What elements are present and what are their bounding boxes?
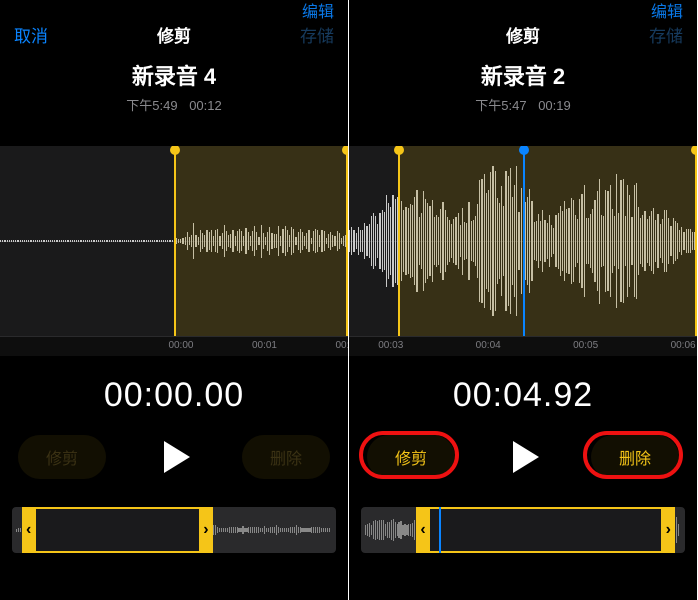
scrubber[interactable]: ‹ › — [12, 507, 336, 553]
nav-bar: 修剪 存储 — [349, 0, 697, 55]
ruler-tick: 00:00 — [168, 340, 193, 351]
selection-region[interactable] — [398, 146, 697, 336]
controls-row: 修剪 删除 — [0, 435, 348, 479]
trim-button[interactable]: 修剪 — [367, 435, 455, 479]
recording-duration: 00:12 — [189, 98, 222, 113]
time-ruler: 00:03 00:04 00:05 00:06 — [349, 336, 697, 356]
scrubber-handle-right[interactable]: › — [199, 509, 213, 551]
edit-label-peek: 编辑 — [302, 0, 334, 22]
recording-duration: 00:19 — [538, 98, 571, 113]
ruler-tick: 00:01 — [252, 340, 277, 351]
delete-button[interactable]: 删除 — [242, 435, 330, 479]
scrubber-handle-right[interactable]: › — [661, 509, 675, 551]
nav-title: 修剪 — [70, 22, 278, 47]
waveform-region[interactable] — [0, 146, 348, 336]
delete-button[interactable]: 删除 — [591, 435, 679, 479]
trim-button[interactable]: 修剪 — [18, 435, 106, 479]
play-button[interactable] — [164, 441, 190, 473]
selection-region[interactable] — [174, 146, 348, 336]
scrubber[interactable]: ‹ › — [361, 507, 685, 553]
ruler-tick: 00:02 — [335, 340, 349, 351]
save-button[interactable]: 存储 — [278, 22, 334, 47]
recording-time: 下午5:49 — [126, 98, 177, 113]
timecode: 00:00.00 — [0, 376, 348, 415]
scrubber-playhead[interactable] — [439, 507, 441, 553]
recording-name: 新录音 2 — [349, 59, 697, 91]
recording-time: 下午5:47 — [475, 98, 526, 113]
recording-name: 新录音 4 — [0, 59, 348, 91]
nav-title: 修剪 — [419, 22, 627, 47]
save-button[interactable]: 存储 — [627, 22, 683, 47]
timecode: 00:04.92 — [349, 376, 697, 415]
recording-header: 新录音 4 下午5:49 00:12 — [0, 59, 348, 114]
delete-button-label: 删除 — [270, 445, 302, 469]
scrubber-handle-left[interactable]: ‹ — [416, 509, 430, 551]
recording-header: 新录音 2 下午5:47 00:19 — [349, 59, 697, 114]
ruler-tick: 00:06 — [671, 340, 696, 351]
time-ruler: 00:00 00:01 00:02 — [0, 336, 348, 356]
trim-button-label: 修剪 — [46, 445, 78, 469]
ruler-tick: 00:05 — [573, 340, 598, 351]
ruler-tick: 00:03 — [378, 340, 403, 351]
cancel-button[interactable]: 取消 — [14, 22, 70, 47]
scrubber-selection[interactable]: ‹ › — [22, 507, 213, 553]
playhead[interactable] — [523, 146, 525, 336]
nav-bar: 取消 修剪 存储 — [0, 0, 348, 55]
delete-button-label: 删除 — [619, 445, 651, 469]
waveform-region[interactable] — [349, 146, 697, 336]
ruler-tick: 00:04 — [476, 340, 501, 351]
trim-button-label: 修剪 — [395, 445, 427, 469]
play-button[interactable] — [513, 441, 539, 473]
scrubber-handle-left[interactable]: ‹ — [22, 509, 36, 551]
edit-label-peek: 编辑 — [651, 0, 683, 22]
controls-row: 修剪 删除 — [349, 435, 697, 479]
scrubber-selection[interactable]: ‹ › — [416, 507, 675, 553]
